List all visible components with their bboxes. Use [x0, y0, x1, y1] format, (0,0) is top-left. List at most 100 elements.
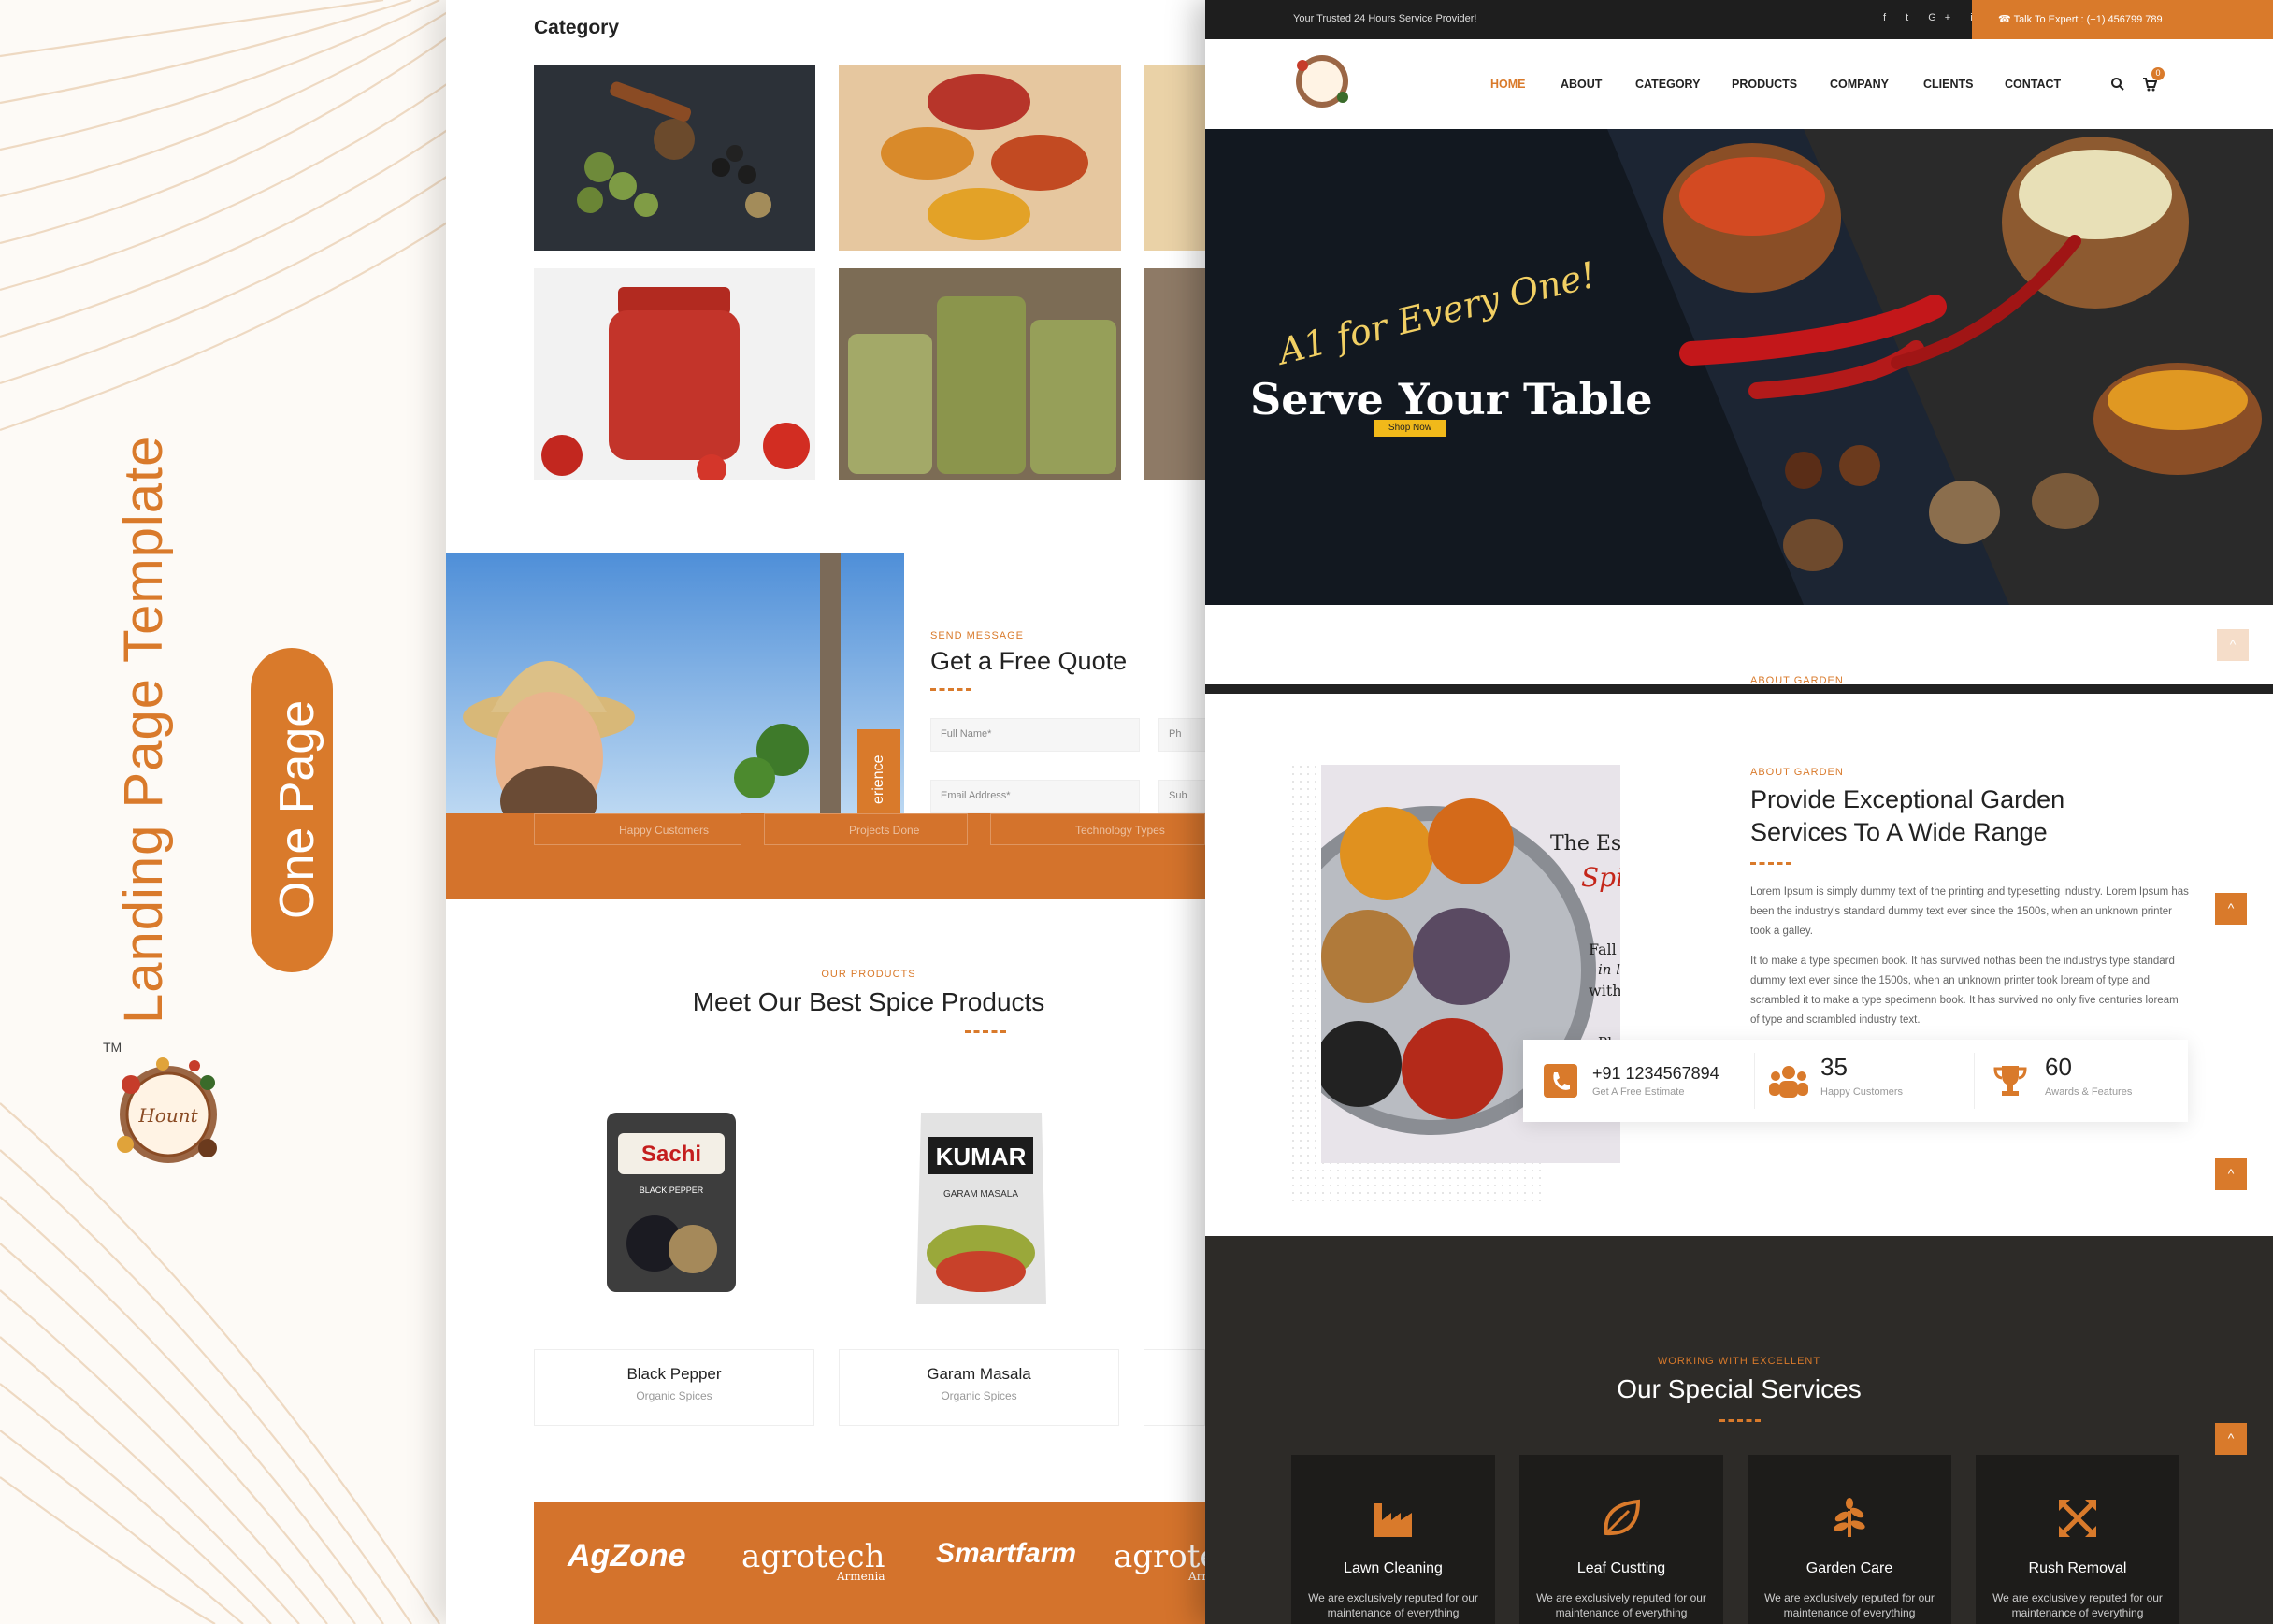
image-caption-4: in love	[1598, 961, 1620, 978]
email-field[interactable]: Email Address*	[930, 780, 1140, 813]
nav-home[interactable]: HOME	[1490, 78, 1526, 91]
service-name: Leaf Custting	[1576, 1560, 1666, 1576]
service-desc: We are exclusively reputed for our maint…	[1536, 1591, 1706, 1619]
about-kicker: ABOUT GARDEN	[1750, 767, 1844, 778]
subject-field[interactable]: Sub	[1158, 780, 1205, 813]
service-desc: We are exclusively reputed for our maint…	[1992, 1591, 2163, 1619]
top-bar: Your Trusted 24 Hours Service Provider! …	[1205, 0, 2273, 39]
product-image-black-pepper[interactable]: Sachi BLACK PEPPER	[603, 1113, 740, 1292]
ghost-kicker: ABOUT GARDEN	[1750, 675, 1844, 686]
image-caption-3: Fall	[1589, 941, 1617, 958]
strip-label: Projects Done	[849, 824, 920, 837]
full-name-field[interactable]: Full Name*	[930, 718, 1140, 752]
products-kicker: OUR PRODUCTS	[821, 969, 916, 980]
services-title: Our Special Services	[1617, 1374, 1862, 1403]
category-heading: Category	[534, 17, 620, 38]
about-paragraph-2: It to make a type specimen book. It has …	[1750, 956, 2179, 1026]
category-tile-jam[interactable]	[1144, 268, 1205, 480]
quote-kicker: SEND MESSAGE	[930, 630, 1025, 641]
category-tile-sauce-jar[interactable]	[534, 268, 815, 480]
strip-item-customers: Happy Customers	[534, 813, 741, 845]
category-tile-ground-spices[interactable]	[839, 65, 1121, 251]
category-tile-flatbread[interactable]	[1144, 65, 1205, 251]
strip-label: Happy Customers	[619, 824, 710, 837]
nav-about[interactable]: ABOUT	[1561, 78, 1602, 91]
service-card-leaf-cutting[interactable]: Leaf Custting We are exclusively reputed…	[1519, 1455, 1723, 1624]
image-caption-2: Spices...	[1581, 862, 1620, 893]
hero-title: Serve Your Table	[1250, 374, 1653, 424]
product-image-garam-masala[interactable]: KUMAR GARAM MASALA	[914, 1113, 1049, 1309]
hero-banner: A1 for Every One! Serve Your Table Shop …	[1205, 129, 2273, 605]
nav-clients[interactable]: CLIENTS	[1923, 78, 1973, 91]
factory-icon	[1374, 1503, 1412, 1537]
quote-title: Get a Free Quote	[930, 647, 1128, 675]
phone-stat[interactable]: +91 1234567894 Get A Free Estimate	[1544, 1040, 1759, 1122]
service-card-garden-care[interactable]: Garden Care We are exclusively reputed f…	[1748, 1455, 1951, 1624]
category-tile-whole-spices[interactable]	[534, 65, 815, 251]
one-page-badge-label: One Page	[270, 699, 324, 919]
nav-products[interactable]: PRODUCTS	[1732, 78, 1797, 91]
strip-item-technology: Technology Types	[990, 813, 1205, 845]
divider	[1754, 1053, 1755, 1109]
product-card-garam-masala[interactable]: Garam Masala Organic Spices	[839, 1349, 1119, 1426]
service-desc: We are exclusively reputed for our maint…	[1764, 1591, 1935, 1619]
scroll-up-button[interactable]: ^	[2215, 1158, 2247, 1190]
title-underline	[965, 1030, 1006, 1033]
product-sub: Organic Spices	[941, 1389, 1017, 1402]
image-caption-1: The Essential	[1550, 832, 1620, 855]
strip-label: Technology Types	[1075, 824, 1165, 837]
search-icon[interactable]	[2110, 77, 2125, 92]
shop-now-button[interactable]: Shop Now	[1374, 420, 1446, 437]
awards-value: 60	[2045, 1053, 2072, 1081]
products-heading: OUR PRODUCTS Meet Our Best Spice Product…	[446, 969, 1205, 1033]
service-name: Garden Care	[1805, 1560, 1893, 1576]
scroll-up-button[interactable]: ^	[2215, 1423, 2247, 1455]
brand-agzone: AgZone	[568, 1538, 686, 1574]
one-page-badge: One Page	[251, 648, 333, 972]
site-logo[interactable]	[1291, 50, 1353, 112]
service-name: Lawn Cleaning	[1344, 1560, 1443, 1576]
sprout-icon	[1834, 1498, 1865, 1537]
product-card-black-pepper[interactable]: Black Pepper Organic Spices	[534, 1349, 814, 1426]
customers-value: 35	[1820, 1053, 1848, 1081]
service-card-lawn-cleaning[interactable]: Lawn Cleaning We are exclusively reputed…	[1291, 1455, 1495, 1624]
logo-wreath-icon: Hount	[117, 1057, 217, 1163]
expert-text: Talk To Expert : (+1) 456799 789	[2013, 14, 2163, 25]
strip-item-projects: Projects Done	[764, 813, 968, 845]
experience-tab: erience	[857, 729, 900, 815]
nav-contact[interactable]: CONTACT	[2005, 78, 2061, 91]
customers-stat: 35 Happy Customers	[1768, 1040, 1974, 1122]
product-card-partial[interactable]	[1144, 1349, 1205, 1426]
scroll-up-button[interactable]: ^	[2215, 893, 2247, 925]
ghost-section-bar	[1205, 684, 2273, 694]
phone-number: +91 1234567894	[1592, 1064, 1719, 1083]
experience-label: erience	[870, 755, 886, 804]
customers-label: Happy Customers	[1820, 1086, 1904, 1098]
arrows-expand-icon	[2059, 1500, 2096, 1537]
service-card-rush-removal[interactable]: Rush Removal We are exclusively reputed …	[1976, 1455, 2179, 1624]
cart-count-badge: 0	[2151, 67, 2165, 80]
right-page-preview: Your Trusted 24 Hours Service Provider! …	[1205, 0, 2273, 1624]
category-tile-pickles[interactable]	[839, 268, 1121, 480]
scroll-up-button[interactable]: ^	[2217, 629, 2249, 661]
phone-sub: Get A Free Estimate	[1592, 1086, 1685, 1098]
presentation-canvas: Landing Page Template One Page TM Hount …	[0, 0, 2273, 1624]
image-caption-5: with them !	[1589, 982, 1620, 999]
nav-company[interactable]: COMPANY	[1830, 78, 1889, 91]
service-desc: We are exclusively reputed for our maint…	[1308, 1591, 1478, 1619]
users-icon	[1769, 1066, 1808, 1098]
phone-field[interactable]: Ph	[1158, 718, 1205, 752]
product-name: Black Pepper	[626, 1365, 722, 1383]
nav-category[interactable]: CATEGORY	[1635, 78, 1700, 91]
awards-label: Awards & Features	[2045, 1086, 2133, 1098]
package-label: BLACK PEPPER	[640, 1186, 704, 1195]
awards-stat: 60 Awards & Features	[1992, 1040, 2179, 1122]
package-brand: KUMAR	[936, 1143, 1027, 1171]
services-section: WORKING WITH EXCELLENT Our Special Servi…	[1205, 1236, 2273, 1624]
talk-to-expert[interactable]: ☎ Talk To Expert : (+1) 456799 789	[1972, 0, 2273, 39]
brand-smartfarm: Smartfarm	[936, 1538, 1077, 1569]
leaf-icon	[1604, 1499, 1641, 1536]
contact-stats-bar: +91 1234567894 Get A Free Estimate 35 Ha…	[1523, 1040, 2188, 1122]
partner-brands-bar: AgZone agrotech Armenia Smartfarm agrote…	[534, 1502, 1205, 1624]
title-underline	[1750, 862, 1791, 865]
